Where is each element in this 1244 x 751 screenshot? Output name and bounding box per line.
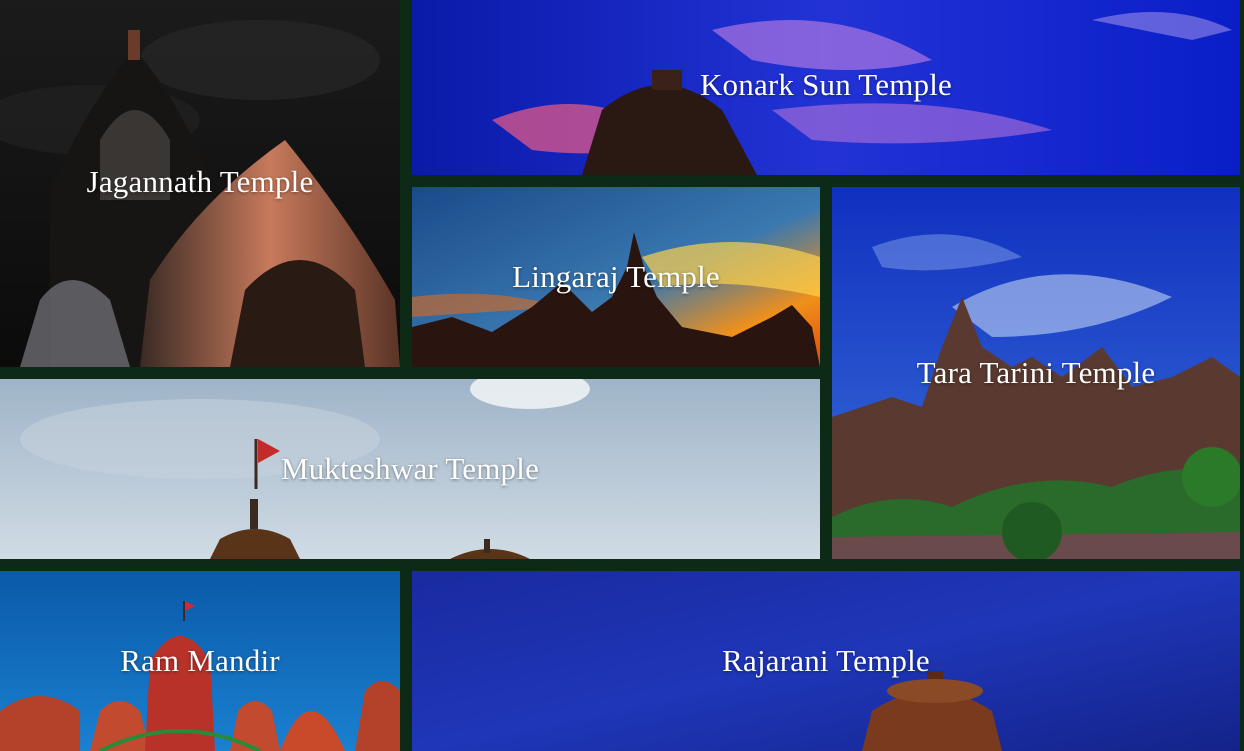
tile-label: Rajarani Temple	[722, 643, 930, 678]
tile-label: Mukteshwar Temple	[280, 451, 540, 486]
tile-tara-tarini-temple[interactable]: Tara Tarini Temple	[832, 187, 1240, 559]
temple-gallery-grid: Jagannath Temple Konark Sun Temple Linga…	[0, 0, 1244, 751]
tile-rajarani-temple[interactable]: Rajarani Temple	[412, 571, 1240, 751]
tile-mukteshwar-temple[interactable]: Mukteshwar Temple	[0, 379, 820, 559]
tile-konark-sun-temple[interactable]: Konark Sun Temple	[412, 0, 1240, 175]
tile-label: Tara Tarini Temple	[916, 355, 1156, 390]
tile-ram-mandir[interactable]: Ram Mandir	[0, 571, 400, 751]
tile-label: Jagannath Temple	[86, 164, 314, 199]
tile-lingaraj-temple[interactable]: Lingaraj Temple	[412, 187, 820, 367]
tile-label: Lingaraj Temple	[512, 259, 720, 294]
tile-jagannath-temple[interactable]: Jagannath Temple	[0, 0, 400, 367]
tile-label: Konark Sun Temple	[699, 67, 953, 102]
tile-label: Ram Mandir	[120, 643, 280, 678]
